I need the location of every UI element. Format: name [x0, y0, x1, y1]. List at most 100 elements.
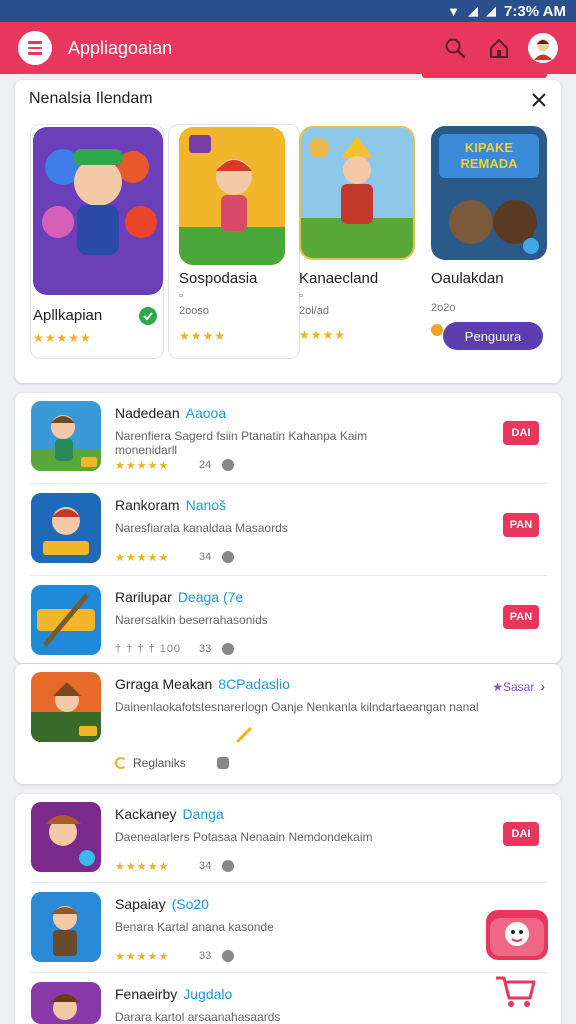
avatar[interactable]: [528, 33, 558, 63]
app-thumbnail: [31, 401, 101, 471]
app-thumbnail: [31, 493, 101, 563]
info-icon: [222, 459, 234, 471]
featured-item-meta: ▫: [179, 290, 183, 302]
app-title: Nadedean Aaooa: [115, 405, 227, 421]
app-description: Naresfiarala kanaldaa Masaords: [115, 521, 288, 535]
rating-stars: ★★★★: [179, 329, 227, 343]
signal-icon: ◢: [486, 3, 497, 18]
list-item[interactable]: Rarilupar Deaga (7e Narersalkin beserraha…: [15, 577, 561, 667]
featured-item-meta: 2ol/ad: [299, 305, 329, 317]
app-thumbnail: [31, 892, 101, 962]
list-item[interactable]: Rankoram Nanoš Naresfiarala kanaldaa Masa…: [15, 485, 561, 575]
featured-item-name: Oaulakdan: [431, 270, 504, 287]
game-art-title: KIPAKE REMADA: [460, 140, 518, 171]
app-thumbnail: [31, 802, 101, 872]
rating-stars: ★★★★★: [115, 552, 170, 564]
app-title: Kackaney Danga: [115, 806, 224, 822]
chevron-right-icon: ›: [540, 678, 545, 694]
wifi-icon: ▼: [447, 3, 461, 19]
game-art: [179, 127, 285, 265]
promo-title: Grraga Meakan 8CPadaslio: [115, 676, 290, 692]
verified-icon: [139, 307, 157, 325]
divider: [31, 882, 547, 883]
signal-icon: ◢: [468, 3, 479, 18]
install-button[interactable]: DAI: [503, 822, 539, 846]
rating-stars: ★★★★: [299, 328, 347, 342]
app-thumbnail: [31, 585, 101, 655]
featured-title: Nenalsia Ilendam: [29, 90, 153, 107]
info-icon: [222, 950, 234, 962]
search-icon[interactable]: [440, 33, 470, 63]
get-button[interactable]: Penguura: [443, 322, 543, 350]
featured-item-name: Sospodasia: [179, 270, 258, 287]
info-icon: [222, 860, 234, 872]
home-icon[interactable]: [484, 33, 514, 63]
list-item[interactable]: Sapaiay (So20 Benara Kartal anana kasonde…: [15, 884, 561, 974]
game-art: [33, 127, 163, 295]
promo-description: Dainenlaokafotstesnareriogn Oanje Nenkan…: [115, 700, 479, 714]
app-description: Narenfiera Sagerd fsiin Ptanatin Kahanpa…: [115, 429, 368, 457]
rating-count: 33: [199, 643, 212, 655]
app-list-card: Nadedean Aaooa Narenfiera Sagerd fsiin Pt…: [15, 393, 561, 663]
status-bar: ▼ ◢ ◢ 7:3% AM: [0, 0, 576, 22]
featured-item-meta: 2o2o: [431, 302, 456, 314]
install-button[interactable]: PAN: [503, 513, 539, 537]
divider: [31, 972, 547, 973]
featured-item-name: Apllkapian: [33, 307, 103, 324]
app-title: Rarilupar Deaga (7e: [115, 589, 244, 605]
loading-icon: [115, 757, 127, 769]
rating-stars: ★★★★★: [115, 951, 170, 963]
list-item[interactable]: Kackaney Danga Daenealarlers Potasaa Nena…: [15, 794, 561, 884]
install-button[interactable]: PAN: [503, 605, 539, 629]
app-title: Sapaiay (So20: [115, 896, 209, 912]
rating-count: 34: [199, 860, 212, 872]
featured-item[interactable]: Kanaecland ▫ 2ol/ad ★★★★: [299, 124, 433, 359]
app-list-card: Kackaney Danga Daenealarlers Potasaa Nena…: [15, 794, 561, 1024]
divider: [31, 575, 547, 576]
featured-item[interactable]: KIPAKE REMADA Oaulakdan 2o2o Penguura: [431, 124, 561, 359]
featured-item-meta: 2ooso: [179, 305, 209, 317]
info-icon: [222, 551, 234, 563]
app-title: Rankoram Nanoš: [115, 497, 227, 513]
featured-item[interactable]: Apllkapian ★★★★★: [30, 124, 164, 359]
install-button[interactable]: DAI: [503, 421, 539, 445]
app-description: Daenealarlers Potasaa Nenaain Nemdondeka…: [115, 830, 373, 844]
chat-assistant-button[interactable]: [486, 910, 548, 960]
tag-icon: [217, 757, 229, 769]
close-icon[interactable]: [531, 92, 547, 108]
list-item[interactable]: Nadedean Aaooa Narenfiera Sagerd fsiin Pt…: [15, 393, 561, 483]
pencil-icon: [235, 726, 253, 744]
promo-link[interactable]: ★Sasar ›: [492, 678, 545, 694]
app-title: Fenaeirby Jugdalo: [115, 986, 233, 1002]
featured-item-meta: ▫: [299, 290, 303, 302]
menu-button[interactable]: [18, 31, 52, 65]
app-description: Narersalkin beserrahasonids: [115, 613, 268, 627]
rating-stars: ★★★★★: [33, 331, 92, 345]
rating-stars: † † † † 100: [115, 643, 182, 655]
app-bar: Appliagoaian: [0, 22, 576, 74]
promo-item[interactable]: Grraga Meakan 8CPadaslio Dainenlaokafotst…: [15, 664, 561, 784]
rating-count: 34: [199, 551, 212, 563]
featured-card: Nenalsia Ilendam Apllkapian ★★★★★ Sospod…: [15, 80, 561, 383]
app-description: Benara Kartal anana kasonde: [115, 920, 274, 934]
info-icon: [222, 643, 234, 655]
app-title: Appliagoaian: [68, 37, 173, 58]
rating-count: 24: [199, 459, 212, 471]
rating-stars: ★★★★★: [115, 460, 170, 472]
promo-tag: Reglaniks: [115, 756, 186, 770]
tab-indicator: [422, 74, 547, 78]
game-art: KIPAKE REMADA: [431, 126, 547, 260]
rating-stars: ★★★★★: [115, 861, 170, 873]
app-thumbnail: [31, 982, 101, 1024]
badge-icon: [431, 324, 443, 336]
cart-icon[interactable]: [492, 970, 538, 1010]
featured-item-name: Kanaecland: [299, 270, 379, 287]
app-thumbnail: [31, 672, 101, 742]
rating-count: 33: [199, 950, 212, 962]
list-item[interactable]: Fenaeirby Jugdalo Darara kartol arsaanaha…: [15, 974, 561, 1024]
app-description: Darara kartol arsaanahasaards: [115, 1010, 281, 1024]
game-art: [299, 126, 415, 260]
divider: [31, 483, 547, 484]
status-time: 7:3% AM: [504, 2, 566, 20]
featured-item[interactable]: Sospodasia ▫ 2ooso ★★★★: [168, 124, 300, 359]
